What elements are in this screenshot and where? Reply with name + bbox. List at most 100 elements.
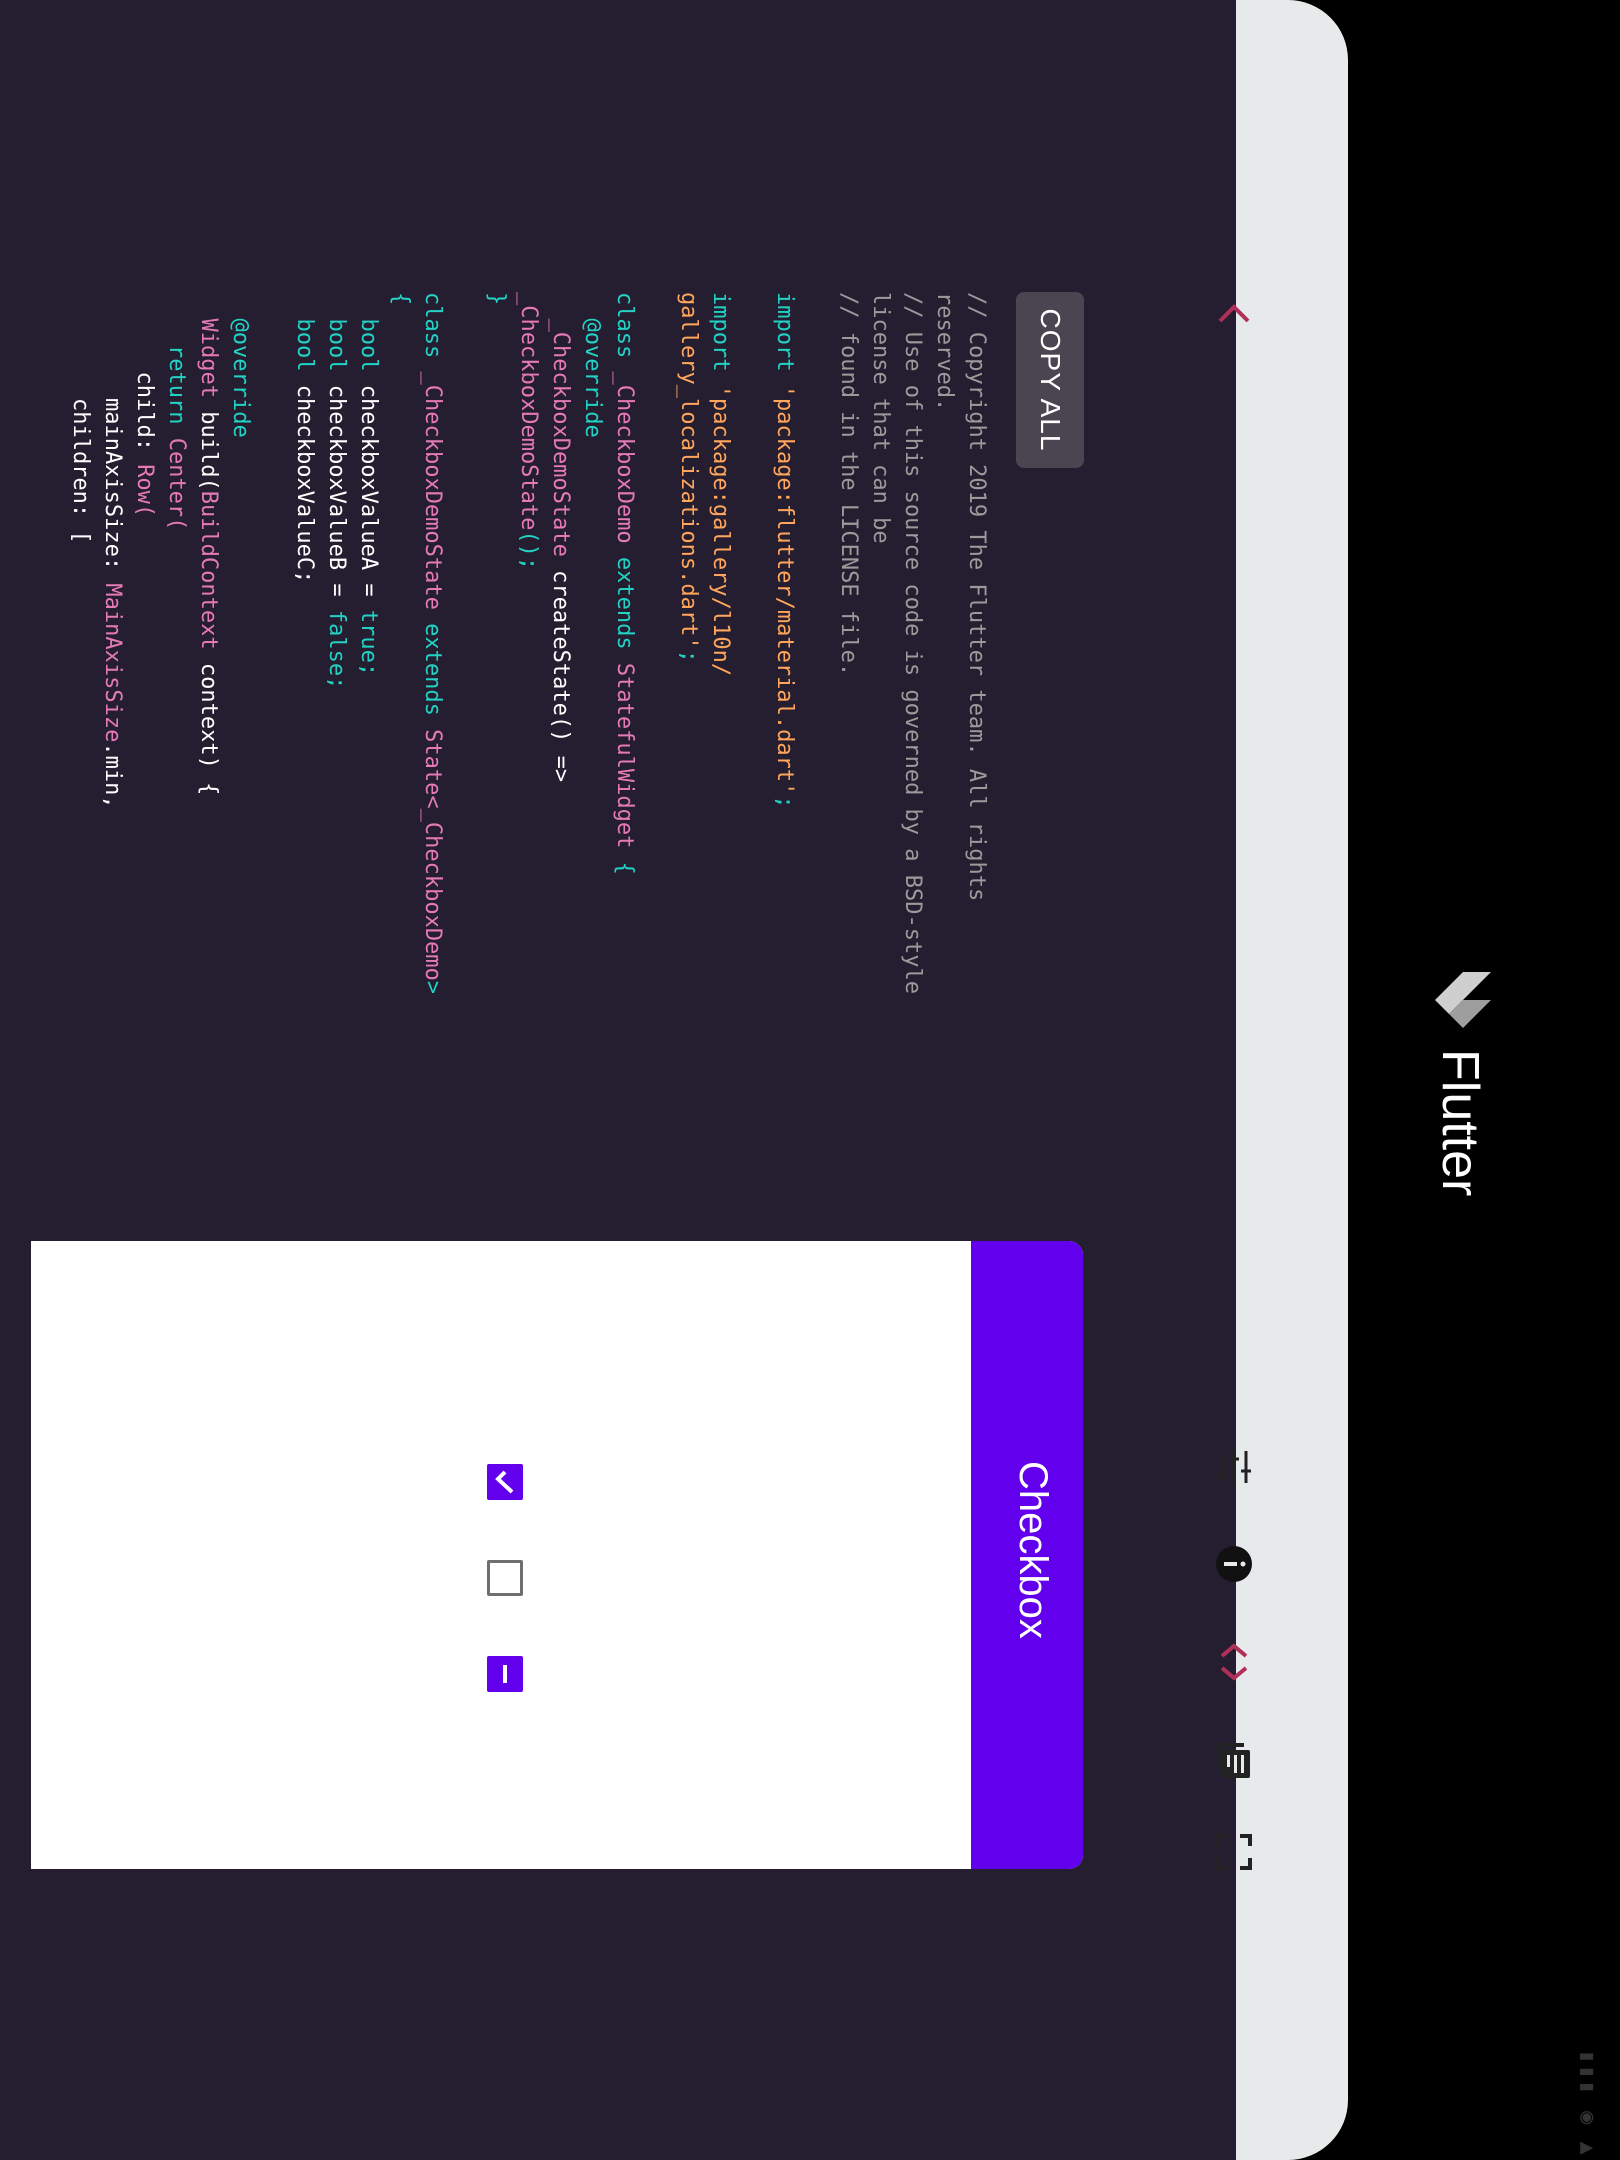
documentation-button[interactable] xyxy=(1212,1738,1256,1782)
code-token: 'package:flutter/material.dart' xyxy=(772,384,797,796)
code-line: { xyxy=(384,292,416,1192)
fullscreen-icon xyxy=(1216,1834,1252,1870)
code-token: children: [ xyxy=(68,292,93,544)
code-token: bool xyxy=(356,292,381,385)
code-line: // Use of this source code is governed b… xyxy=(896,292,928,1192)
code-line: license that can be xyxy=(864,292,896,1192)
library-books-icon xyxy=(1217,1743,1250,1778)
code-line: // Copyright 2019 The Flutter team. All … xyxy=(960,292,992,1192)
app-window: ▮▮▮ ◉ ▲ Flutter COPY ALL // Copyright 20… xyxy=(0,0,1620,2160)
code-token: checkboxValueC; xyxy=(292,384,317,584)
check-icon xyxy=(495,1470,514,1494)
code-line: mainAxisSize: MainAxisSize.min, xyxy=(96,292,128,1192)
fullscreen-button[interactable] xyxy=(1212,1830,1256,1874)
code-token: createState() => xyxy=(548,570,573,783)
back-button[interactable] xyxy=(1212,293,1256,337)
app-title: Flutter xyxy=(1431,1049,1489,1197)
chevron-back-icon xyxy=(1218,304,1250,323)
code-token: @override xyxy=(228,292,253,438)
code-token: ; xyxy=(676,649,701,663)
flutter-logo-icon xyxy=(1435,972,1491,1028)
code-token: State< xyxy=(420,729,445,809)
checkbox-checked[interactable] xyxy=(487,1464,523,1500)
code-line: _CheckboxDemoState(); xyxy=(512,292,544,1192)
code-token: _CheckboxDemo xyxy=(420,808,445,981)
code-line: // found in the LICENSE file. xyxy=(832,292,864,1192)
info-button[interactable] xyxy=(1212,1542,1256,1586)
code-viewer: // Copyright 2019 The Flutter team. All … xyxy=(0,292,992,1192)
code-line: @override xyxy=(576,292,608,1192)
code-line: } xyxy=(480,292,512,1192)
copy-all-button[interactable]: COPY ALL xyxy=(1016,292,1084,468)
code-token: license that can be xyxy=(868,292,893,544)
checkbox-indeterminate[interactable] xyxy=(487,1656,523,1692)
code-token: reserved. xyxy=(932,292,957,412)
code-token: import xyxy=(772,292,797,385)
code-token: checkboxValueA = xyxy=(356,384,381,610)
code-token: extends xyxy=(420,623,445,730)
code-line: reserved. xyxy=(928,292,960,1192)
code-line: child: Row( xyxy=(128,292,160,1192)
code-token: context) { xyxy=(196,662,221,796)
code-line: children: [ xyxy=(64,292,96,1192)
dash-icon xyxy=(503,1665,507,1683)
app-brand: Flutter xyxy=(1430,965,1491,1197)
code-token: gallery_localizations.dart' xyxy=(676,292,701,650)
checkbox-unchecked[interactable] xyxy=(487,1560,523,1596)
code-line: gallery_localizations.dart'; xyxy=(672,292,704,1192)
code-line: _CheckboxDemoState createState() => xyxy=(544,292,576,1192)
code-token: _CheckboxDemoState xyxy=(420,371,445,624)
code-token: Center( xyxy=(164,437,189,531)
code-button[interactable] xyxy=(1212,1640,1256,1684)
code-token: bool xyxy=(292,292,317,385)
code-token: Widget xyxy=(196,292,221,412)
code-token: return xyxy=(164,292,189,438)
demo-title: Checkbox xyxy=(1011,1461,1055,1639)
code-token: _CheckboxDemoState xyxy=(516,292,541,531)
code-icon xyxy=(1220,1643,1248,1681)
code-token: class xyxy=(420,292,445,372)
demo-app-bar: Checkbox xyxy=(971,1241,1083,1869)
code-token: ; xyxy=(772,795,797,809)
code-token: class xyxy=(612,292,637,372)
code-token: _CheckboxDemoState xyxy=(548,292,573,571)
code-token: bool xyxy=(324,292,349,385)
tune-icon xyxy=(1217,1451,1251,1483)
code-token: { xyxy=(388,292,413,306)
code-token: { xyxy=(612,861,637,875)
code-line: Widget build(BuildContext context) { xyxy=(192,292,224,1192)
code-token: BuildContext xyxy=(196,490,221,663)
code-token: // Use of this source code is governed b… xyxy=(900,292,925,994)
code-line: import 'package:flutter/material.dart'; xyxy=(768,292,800,1192)
code-token: checkboxValueB = xyxy=(324,384,349,610)
code-token: _CheckboxDemo xyxy=(612,371,637,557)
code-token: true xyxy=(356,609,381,663)
code-line: bool checkboxValueA = true; xyxy=(352,292,384,1192)
code-token: child: xyxy=(132,292,157,465)
options-button[interactable] xyxy=(1212,1445,1256,1489)
checkbox-row xyxy=(487,1464,523,1692)
code-token: } xyxy=(484,292,509,306)
code-line: class _CheckboxDemo extends StatefulWidg… xyxy=(608,292,640,1192)
info-icon xyxy=(1216,1546,1252,1582)
code-token: > xyxy=(420,980,445,995)
code-token: mainAxisSize: xyxy=(100,292,125,584)
code-token: Row( xyxy=(132,464,157,518)
code-token: (); xyxy=(516,530,541,571)
code-line: class _CheckboxDemoState extends State<_… xyxy=(416,292,448,1192)
code-token: MainAxisSize xyxy=(100,583,125,743)
code-token: // found in the LICENSE file. xyxy=(836,292,861,677)
code-token: @override xyxy=(580,292,605,438)
code-token: build( xyxy=(196,411,221,491)
code-line: bool checkboxValueB = false; xyxy=(320,292,352,1192)
code-line: bool checkboxValueC; xyxy=(288,292,320,1192)
status-icons: ▮▮▮ ◉ ▲ xyxy=(1575,2050,1600,2157)
code-token: ; xyxy=(324,676,349,690)
code-token: import xyxy=(708,292,733,385)
code-line: import 'package:gallery/l10n/ xyxy=(704,292,736,1192)
code-line: return Center( xyxy=(160,292,192,1192)
